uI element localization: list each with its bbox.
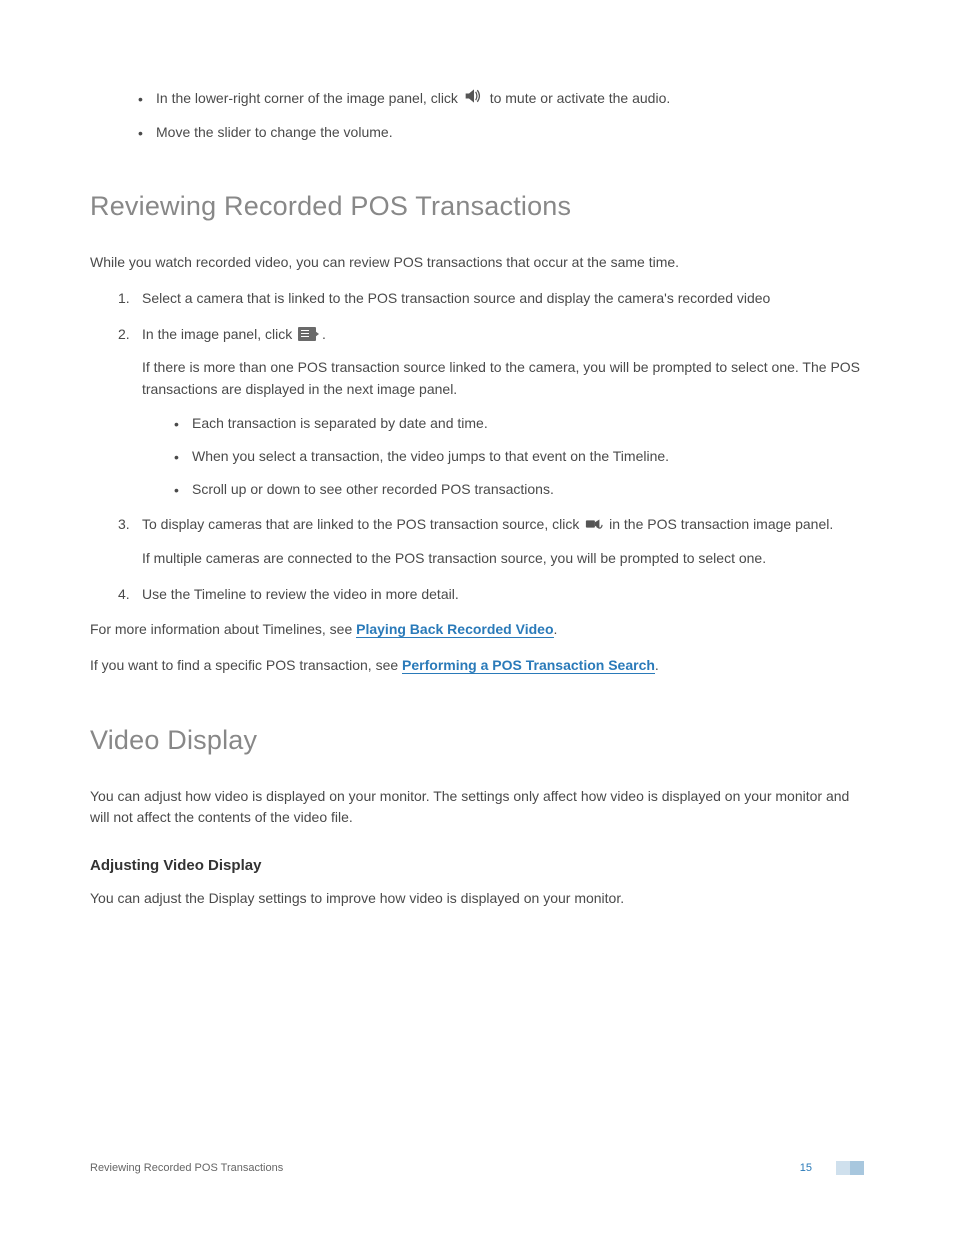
text-after: . [554,621,558,637]
pos-receipt-icon [298,327,316,341]
footer-logo-blocks [836,1161,864,1175]
step-paragraph: If there is more than one POS transactio… [142,357,864,400]
intro-bullet-list: In the lower-right corner of the image p… [90,88,864,143]
bullet-text: When you select a transaction, the video… [192,448,669,464]
step-text: Select a camera that is linked to the PO… [142,290,770,306]
more-info-2: If you want to find a specific POS trans… [90,655,864,677]
list-item: Each transaction is separated by date an… [174,413,864,434]
video-intro: You can adjust how video is displayed on… [90,786,864,829]
step-text-after: in the POS transaction image panel. [609,516,833,532]
logo-block [850,1161,864,1175]
nested-bullets: Each transaction is separated by date an… [142,413,864,500]
step-text: Use the Timeline to review the video in … [142,586,459,602]
step-paragraph: If multiple cameras are connected to the… [142,548,864,570]
page-footer: Reviewing Recorded POS Transactions 15 [90,1161,864,1175]
sub-heading-adjusting: Adjusting Video Display [90,857,864,874]
step-4: Use the Timeline to review the video in … [118,584,864,606]
step-3: To display cameras that are linked to th… [118,514,864,570]
list-item: Scroll up or down to see other recorded … [174,479,864,500]
step-1: Select a camera that is linked to the PO… [118,288,864,310]
bullet-text: Move the slider to change the volume. [156,124,393,140]
step-2: In the image panel, click . If there is … [118,324,864,500]
link-playback-video[interactable]: Playing Back Recorded Video [356,621,553,638]
section-intro: While you watch recorded video, you can … [90,252,864,274]
text-after: . [655,657,659,673]
step-text-before: In the image panel, click [142,326,296,342]
bullet-text-before: In the lower-right corner of the image p… [156,90,462,106]
link-pos-search[interactable]: Performing a POS Transaction Search [402,657,655,674]
adjusting-text: You can adjust the Display settings to i… [90,888,864,910]
bullet-text: Scroll up or down to see other recorded … [192,481,554,497]
logo-block [836,1161,850,1175]
bullet-text-after: to mute or activate the audio. [490,90,671,106]
bullet-text: Each transaction is separated by date an… [192,415,488,431]
step-text-before: To display cameras that are linked to th… [142,516,583,532]
page-number: 15 [800,1162,812,1174]
section-heading-pos: Reviewing Recorded POS Transactions [90,191,864,222]
text-before: For more information about Timelines, se… [90,621,356,637]
more-info-1: For more information about Timelines, se… [90,619,864,641]
footer-right: 15 [800,1161,864,1175]
step-text-after: . [322,326,326,342]
section-heading-video: Video Display [90,725,864,756]
list-item: Move the slider to change the volume. [138,122,864,143]
list-item: In the lower-right corner of the image p… [138,88,864,110]
list-item: When you select a transaction, the video… [174,446,864,467]
speaker-icon [464,88,484,110]
text-before: If you want to find a specific POS trans… [90,657,402,673]
camera-link-icon [585,514,603,536]
footer-title: Reviewing Recorded POS Transactions [90,1162,283,1174]
steps-list: Select a camera that is linked to the PO… [90,288,864,605]
